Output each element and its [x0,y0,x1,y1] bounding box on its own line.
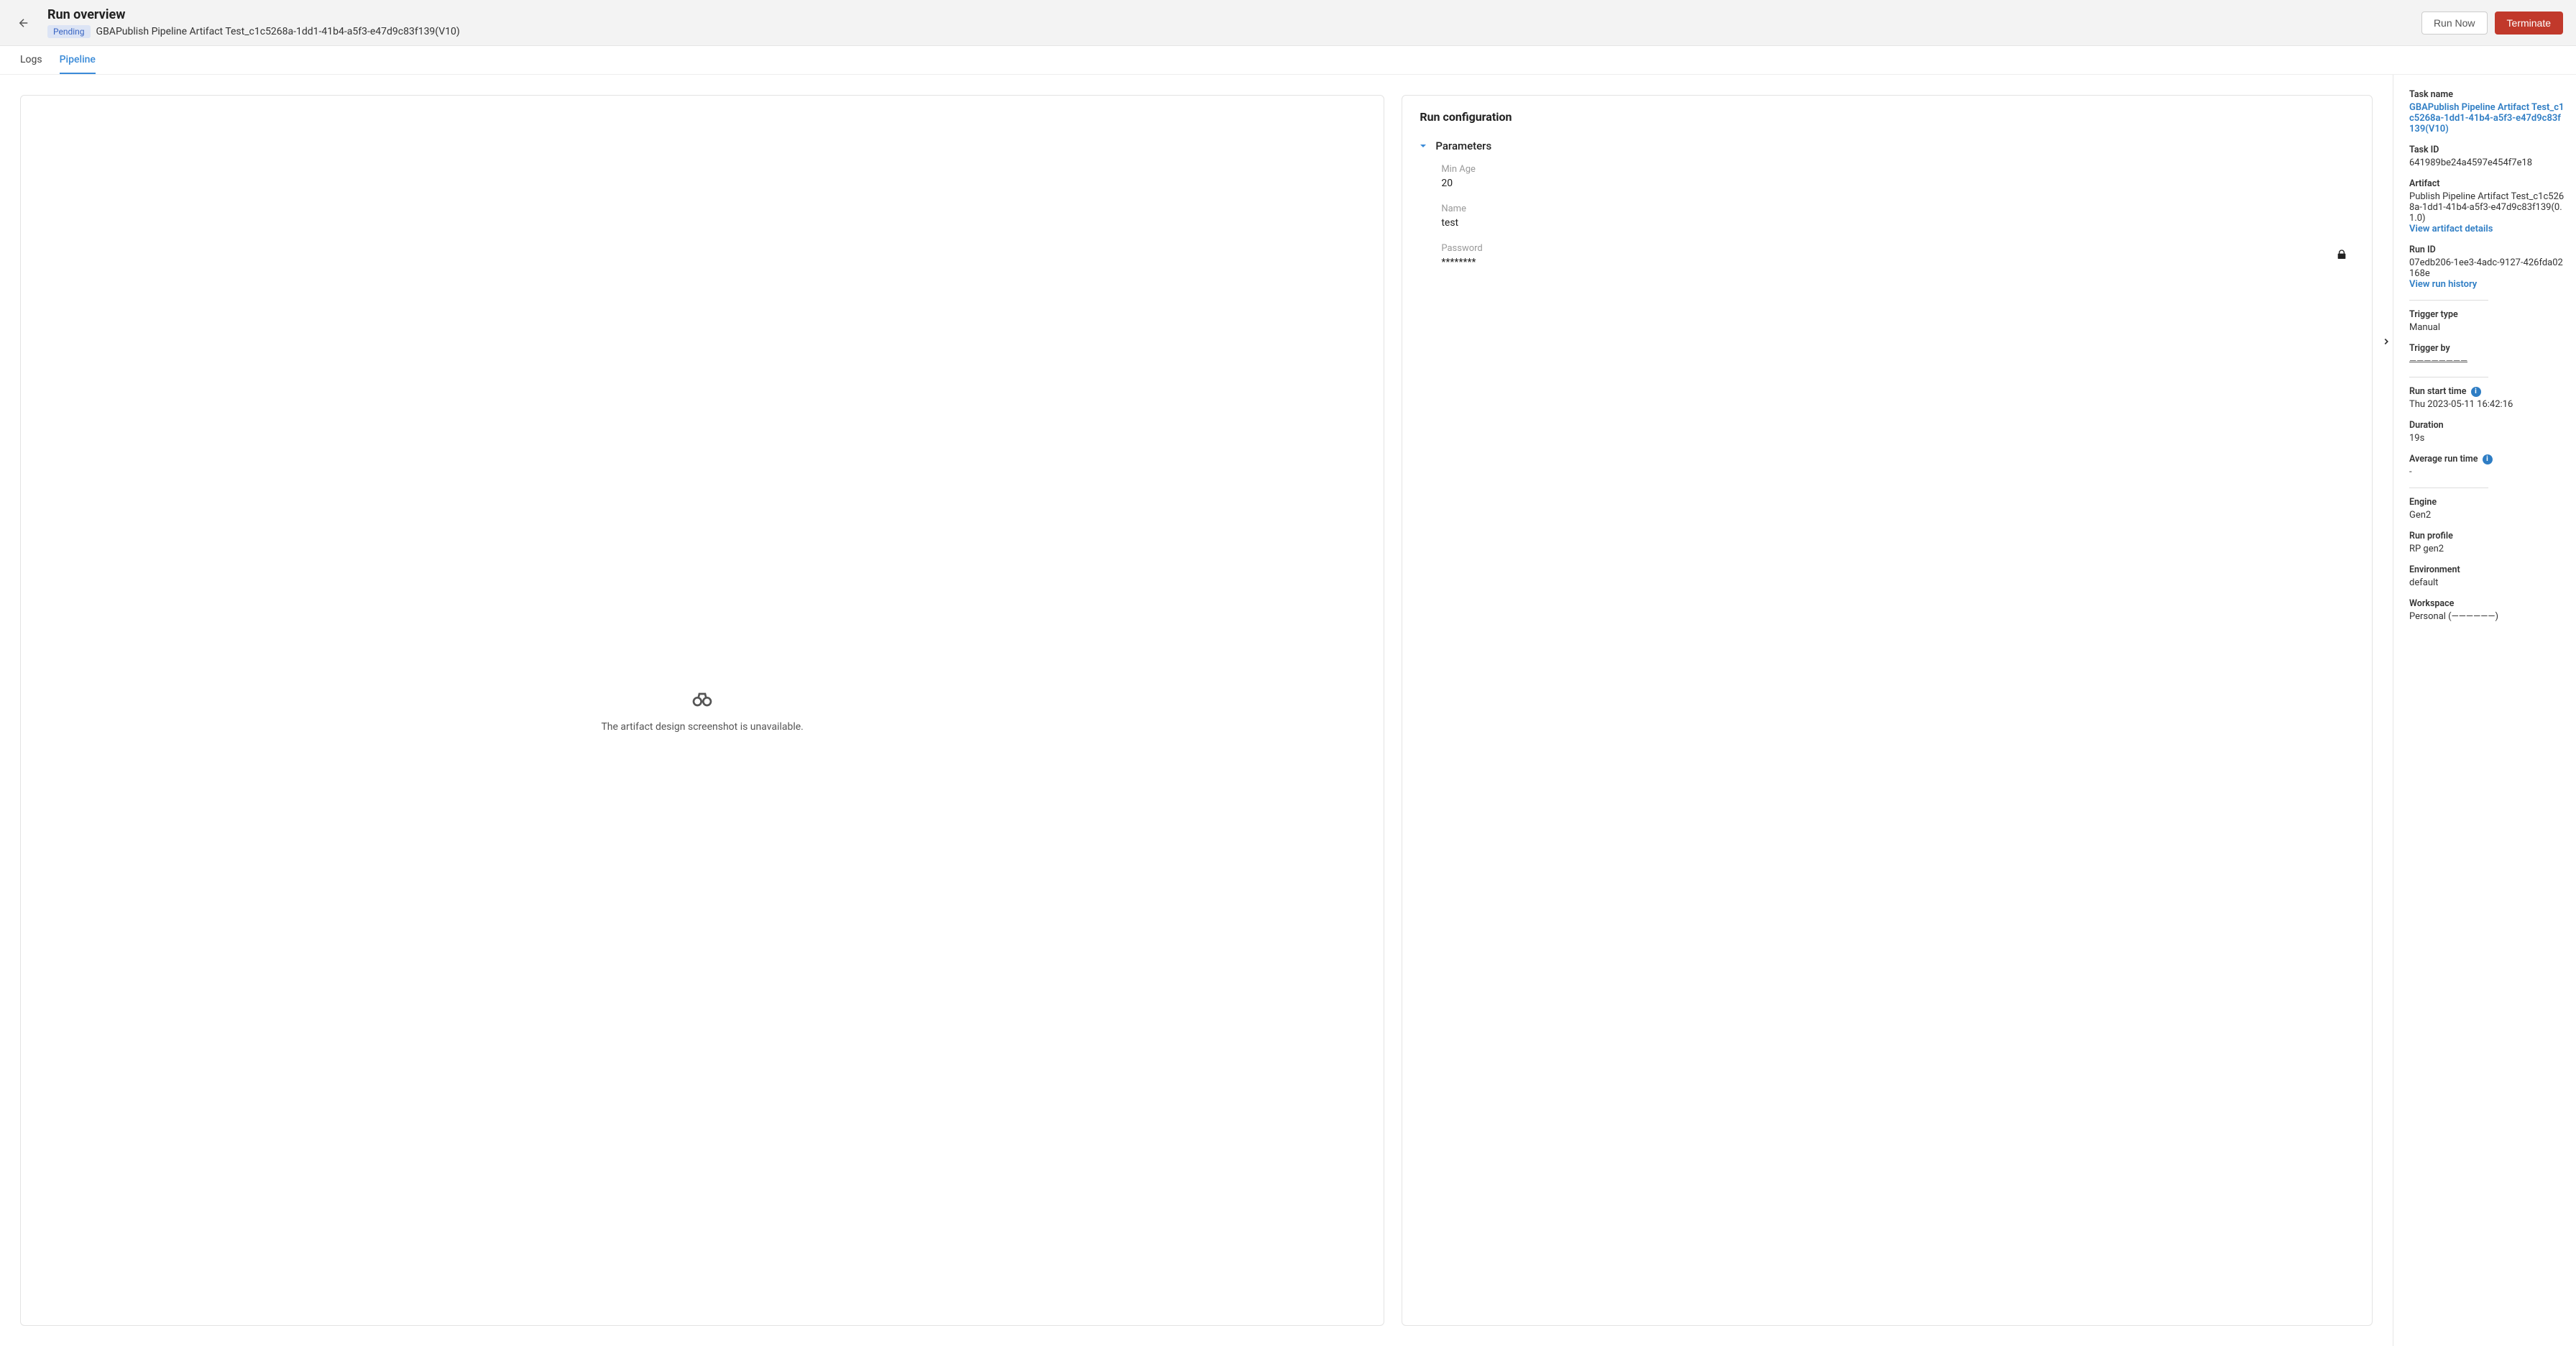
run-configuration-title: Run configuration [1420,110,2355,124]
param-min-age-label: Min Age [1441,164,2355,175]
avg-runtime-label: Average run time i [2409,454,2564,464]
field-run-profile: Run profile RP gen2 [2409,531,2564,554]
duration-value: 19s [2409,433,2564,444]
field-trigger-type: Trigger type Manual [2409,309,2564,333]
artifact-screenshot-card: The artifact design screenshot is unavai… [20,95,1384,1326]
title-meta-row: Pending GBAPublish Pipeline Artifact Tes… [47,25,2421,38]
param-min-age: Min Age 20 [1441,164,2355,189]
tab-bar: Logs Pipeline [0,46,2576,75]
field-artifact: Artifact Publish Pipeline Artifact Test_… [2409,178,2564,234]
field-duration: Duration 19s [2409,420,2564,444]
run-name: GBAPublish Pipeline Artifact Test_c1c526… [96,26,460,37]
tab-logs[interactable]: Logs [20,46,42,74]
view-run-history-link[interactable]: View run history [2409,279,2564,290]
artifact-value: Publish Pipeline Artifact Test_c1c5268a-… [2409,191,2564,224]
parameters-section-toggle[interactable]: Parameters [1420,139,2355,152]
field-environment: Environment default [2409,564,2564,588]
chevron-right-icon [2381,336,2391,347]
divider [2409,487,2488,488]
environment-value: default [2409,577,2564,588]
field-task-id: Task ID 641989be24a4597e454f7e18 [2409,145,2564,168]
header-actions: Run Now Terminate [2421,12,2563,35]
parameters-section-label: Parameters [1435,139,1491,152]
terminate-button[interactable]: Terminate [2495,12,2563,35]
task-id-label: Task ID [2409,145,2564,155]
field-run-start-time: Run start time i Thu 2023-05-11 16:42:16 [2409,386,2564,410]
app-root: Run overview Pending GBAPublish Pipeline… [0,0,2576,1346]
back-button[interactable] [13,12,34,34]
field-run-id: Run ID 07edb206-1ee3-4adc-9127-426fda021… [2409,244,2564,290]
task-id-value: 641989be24a4597e454f7e18 [2409,157,2564,168]
tab-pipeline[interactable]: Pipeline [60,46,96,74]
trigger-by-label: Trigger by [2409,343,2564,354]
param-password-value: ******** [1441,257,2355,268]
param-min-age-value: 20 [1441,178,2355,189]
details-panel: Task name GBAPublish Pipeline Artifact T… [2393,75,2576,1346]
field-engine: Engine Gen2 [2409,497,2564,521]
lock-icon [2336,249,2347,263]
run-id-value: 07edb206-1ee3-4adc-9127-426fda02168e [2409,257,2564,279]
field-task-name: Task name GBAPublish Pipeline Artifact T… [2409,89,2564,134]
param-name-label: Name [1441,203,2355,214]
chevron-down-icon [1420,142,1427,150]
page-header: Run overview Pending GBAPublish Pipeline… [0,0,2576,46]
info-icon[interactable]: i [2483,454,2493,464]
trigger-type-label: Trigger type [2409,309,2564,320]
divider [2409,300,2488,301]
avg-runtime-value: - [2409,467,2564,477]
binoculars-icon [691,688,714,721]
run-configuration-card: Run configuration Parameters Min Age 20 … [1402,95,2373,1326]
view-artifact-details-link[interactable]: View artifact details [2409,224,2564,234]
field-avg-runtime: Average run time i - [2409,454,2564,477]
field-trigger-by: Trigger by ———————— [2409,343,2564,367]
param-password: Password ******** [1441,243,2355,268]
artifact-label: Artifact [2409,178,2564,189]
page-body: The artifact design screenshot is unavai… [0,75,2576,1346]
engine-value: Gen2 [2409,510,2564,521]
sidebar-collapse-toggle[interactable] [2380,334,2393,349]
info-icon[interactable]: i [2471,387,2481,397]
engine-label: Engine [2409,497,2564,508]
run-profile-value: RP gen2 [2409,544,2564,554]
empty-state-text: The artifact design screenshot is unavai… [601,721,803,733]
trigger-by-value: ———————— [2409,356,2564,367]
main-content: The artifact design screenshot is unavai… [0,75,2393,1346]
page-title: Run overview [47,7,2421,22]
task-name-link[interactable]: GBAPublish Pipeline Artifact Test_c1c526… [2409,102,2564,134]
status-badge: Pending [47,25,91,38]
workspace-label: Workspace [2409,598,2564,609]
run-profile-label: Run profile [2409,531,2564,541]
run-id-label: Run ID [2409,244,2564,255]
param-password-label: Password [1441,243,2355,254]
run-start-time-label: Run start time i [2409,386,2564,397]
arrow-left-icon [17,17,30,29]
workspace-value: Personal (——————) [2409,611,2564,622]
details-panel-wrapper: Task name GBAPublish Pipeline Artifact T… [2393,75,2576,1346]
param-name: Name test [1441,203,2355,229]
task-name-label: Task name [2409,89,2564,100]
duration-label: Duration [2409,420,2564,431]
run-now-button[interactable]: Run Now [2421,12,2488,35]
header-title-block: Run overview Pending GBAPublish Pipeline… [47,7,2421,38]
environment-label: Environment [2409,564,2564,575]
field-workspace: Workspace Personal (——————) [2409,598,2564,622]
trigger-type-value: Manual [2409,322,2564,333]
run-start-time-value: Thu 2023-05-11 16:42:16 [2409,399,2564,410]
param-name-value: test [1441,217,2355,229]
